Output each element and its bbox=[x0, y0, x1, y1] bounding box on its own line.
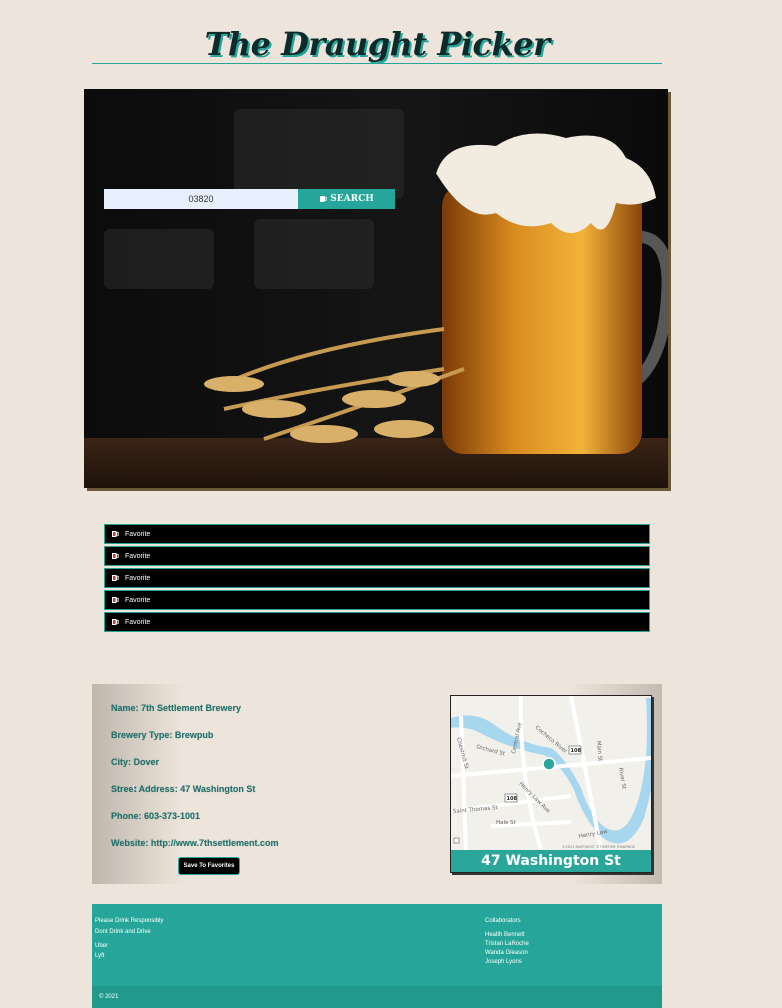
beer-mug-icon bbox=[112, 575, 119, 581]
favorites-list: Favorite Favorite Favorite Favorite Favo… bbox=[104, 524, 650, 632]
brewery-city: City: Dover bbox=[111, 757, 160, 767]
favorite-label: Favorite bbox=[125, 574, 151, 582]
beer-mug-icon bbox=[112, 597, 119, 603]
collaborator-name: Joseph Lyons bbox=[485, 959, 522, 965]
footer-link-uber[interactable]: Uber bbox=[95, 943, 163, 949]
save-to-favorites-button[interactable]: Save To Favorites bbox=[178, 857, 240, 875]
carousel-prev-arrow-icon[interactable]: ‹ bbox=[132, 780, 136, 794]
search-input[interactable] bbox=[104, 189, 298, 209]
search-button[interactable]: SEARCH bbox=[298, 189, 395, 209]
collaborators-title: Collaborators bbox=[485, 918, 521, 924]
beer-mug-icon bbox=[320, 196, 327, 202]
map-credit: ©2021 MAPQUEST ©TOMTOM ©MAPBOX bbox=[562, 845, 635, 849]
footer-collaborators: Collaborators Health Bennett Tristan LaR… bbox=[485, 918, 529, 970]
brewery-name: Name: 7th Settlement Brewery bbox=[111, 703, 242, 713]
footer-left-column: Please Drink Responsibly Dont Drink and … bbox=[95, 918, 163, 964]
copyright-bar: © 2021 bbox=[92, 986, 662, 1008]
favorite-label: Favorite bbox=[125, 596, 151, 604]
beer-mug-icon bbox=[112, 619, 119, 625]
brewery-phone: Phone: 603-373-1001 bbox=[111, 811, 201, 821]
beer-mug-icon bbox=[112, 531, 119, 537]
favorite-label: Favorite bbox=[125, 530, 151, 538]
collaborator-name: Tristan LaRoche bbox=[485, 941, 529, 947]
location-map[interactable]: Central Ave Cocheco River Orchard St Che… bbox=[450, 695, 652, 873]
favorite-item[interactable]: Favorite bbox=[104, 546, 650, 566]
search-button-label: SEARCH bbox=[330, 194, 374, 204]
favorite-item[interactable]: Favorite bbox=[104, 590, 650, 610]
beer-mug-illustration bbox=[204, 133, 668, 454]
collaborator-name: Health Bennett bbox=[485, 932, 525, 938]
beer-mug-icon bbox=[112, 553, 119, 559]
page-title: The Draught Picker bbox=[92, 24, 662, 64]
brewery-details-carousel: Name: 7th Settlement Brewery Brewery Typ… bbox=[92, 684, 662, 884]
route-shield-label: 108 bbox=[571, 748, 582, 754]
footer-text: Dont Drink and Drive bbox=[95, 929, 151, 935]
collaborator-name: Wanda Gleason bbox=[485, 950, 528, 956]
favorite-label: Favorite bbox=[125, 618, 151, 626]
hero-banner: SEARCH bbox=[84, 89, 668, 488]
favorite-item[interactable]: Favorite bbox=[104, 524, 650, 544]
favorite-item[interactable]: Favorite bbox=[104, 612, 650, 632]
footer-link-lyft[interactable]: Lyft bbox=[95, 953, 163, 959]
footer: Please Drink Responsibly Dont Drink and … bbox=[92, 904, 662, 1008]
favorite-label: Favorite bbox=[125, 552, 151, 560]
map-tiles: Central Ave Cocheco River Orchard St Che… bbox=[451, 696, 651, 850]
brewery-website[interactable]: Website: http://www.7thsettlement.com bbox=[111, 838, 279, 848]
copyright-text: © 2021 bbox=[99, 994, 119, 1000]
map-street-label: Hale St bbox=[496, 820, 517, 826]
map-pin-icon bbox=[542, 757, 556, 771]
footer-text: Please Drink Responsibly bbox=[95, 918, 164, 924]
favorite-item[interactable]: Favorite bbox=[104, 568, 650, 588]
brewery-type: Brewery Type: Brewpub bbox=[111, 730, 214, 740]
map-caption: 47 Washington St bbox=[451, 850, 651, 872]
route-shield-label: 108 bbox=[507, 796, 518, 802]
